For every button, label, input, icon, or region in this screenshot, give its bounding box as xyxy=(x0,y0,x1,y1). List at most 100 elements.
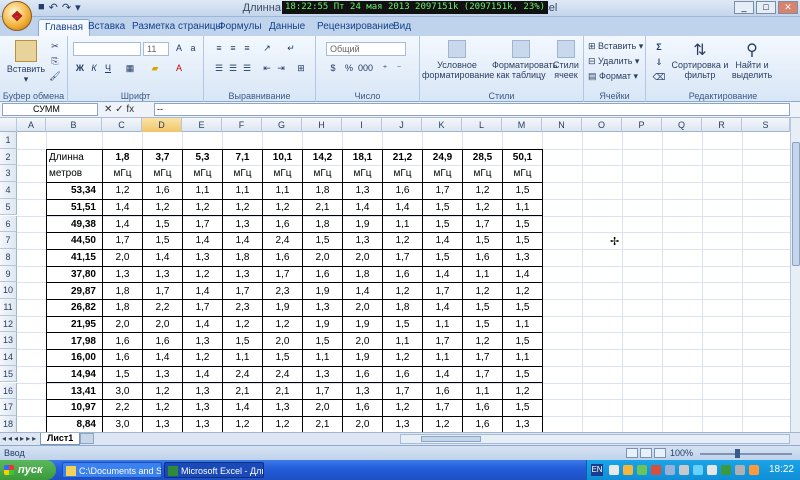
row-header[interactable]: 8 xyxy=(0,248,17,266)
table-cell[interactable]: 1,3 xyxy=(182,332,223,350)
table-cell[interactable]: 1,4 xyxy=(142,248,183,267)
table-cell[interactable]: 1,6 xyxy=(102,348,143,367)
table-cell[interactable]: 1,4 xyxy=(182,315,223,334)
volume-icon[interactable] xyxy=(679,465,689,475)
task-explorer[interactable]: C:\Documents and Se... xyxy=(62,462,162,478)
align-top-icon[interactable]: ≡ xyxy=(212,42,226,55)
table-cell[interactable]: 21,95 xyxy=(46,315,103,334)
table-cell[interactable]: 3,7 xyxy=(142,148,183,166)
table-cell[interactable]: 1,9 xyxy=(342,215,383,234)
bold-icon[interactable]: Ж xyxy=(73,62,87,75)
minimize-button[interactable]: _ xyxy=(734,1,754,14)
table-cell[interactable]: 1,2 xyxy=(502,282,543,300)
column-header[interactable]: P xyxy=(622,118,662,132)
row-header[interactable]: 1 xyxy=(0,132,17,149)
table-cell[interactable]: 1,1 xyxy=(462,382,503,400)
table-cell[interactable]: 1,3 xyxy=(182,382,223,400)
maximize-button[interactable]: □ xyxy=(756,1,776,14)
table-cell[interactable]: 1,3 xyxy=(342,232,383,250)
table-cell[interactable]: 1,5 xyxy=(422,198,463,217)
row-header[interactable]: 6 xyxy=(0,215,17,233)
table-cell[interactable]: 2,1 xyxy=(302,415,343,434)
table-cell[interactable]: 1,7 xyxy=(102,232,143,250)
fill-color-icon[interactable]: ▰ xyxy=(148,62,162,75)
table-cell[interactable]: 1,6 xyxy=(462,248,503,267)
align-right-icon[interactable]: ☰ xyxy=(240,62,254,75)
table-cell[interactable]: 1,5 xyxy=(302,332,343,350)
table-cell[interactable]: 8,84 xyxy=(46,415,103,434)
table-cell[interactable]: мГц xyxy=(382,165,423,184)
table-cell[interactable]: 2,1 xyxy=(222,382,263,400)
row-header[interactable]: 9 xyxy=(0,265,17,283)
table-cell[interactable]: 1,4 xyxy=(342,282,383,300)
table-cell[interactable]: 2,0 xyxy=(302,399,343,417)
table-cell[interactable]: Длинна xyxy=(46,148,103,166)
tab-view[interactable]: Вид xyxy=(387,19,417,36)
table-cell[interactable]: 49,38 xyxy=(46,215,103,234)
table-cell[interactable]: 1,4 xyxy=(182,232,223,250)
grow-font-icon[interactable]: A xyxy=(172,42,186,55)
conditional-format-button[interactable]: Условное форматирование xyxy=(422,40,494,80)
align-middle-icon[interactable]: ≡ xyxy=(226,42,240,55)
table-cell[interactable]: 2,2 xyxy=(102,399,143,417)
table-cell[interactable]: 1,3 xyxy=(342,382,383,400)
format-cells-button[interactable]: ▤ Формат ▾ xyxy=(588,71,638,82)
borders-icon[interactable]: ▦ xyxy=(123,62,137,75)
table-cell[interactable]: 1,7 xyxy=(422,282,463,300)
align-center-icon[interactable]: ☰ xyxy=(226,62,240,75)
page-break-view-icon[interactable] xyxy=(654,448,666,458)
table-cell[interactable]: 2,2 xyxy=(142,298,183,317)
table-cell[interactable]: 2,4 xyxy=(262,232,303,250)
delete-cells-button[interactable]: ⊟ Удалить ▾ xyxy=(588,56,639,67)
row-header[interactable]: 7 xyxy=(0,232,17,249)
table-cell[interactable]: 2,0 xyxy=(342,415,383,434)
table-cell[interactable]: 1,4 xyxy=(182,282,223,300)
shrink-font-icon[interactable]: a xyxy=(186,42,200,55)
table-cell[interactable]: 1,5 xyxy=(422,215,463,234)
row-header[interactable]: 16 xyxy=(0,382,17,400)
row-header[interactable]: 11 xyxy=(0,299,17,316)
table-cell[interactable]: 1,7 xyxy=(422,332,463,350)
table-cell[interactable]: 1,4 xyxy=(422,265,463,284)
tray-app-icon[interactable] xyxy=(749,465,759,475)
table-cell[interactable]: 1,1 xyxy=(422,315,463,334)
table-cell[interactable]: мГц xyxy=(262,165,303,184)
zoom-slider[interactable] xyxy=(700,453,792,455)
table-cell[interactable]: 1,3 xyxy=(182,248,223,267)
table-cell[interactable]: 44,50 xyxy=(46,232,103,250)
column-header[interactable]: O xyxy=(582,118,622,132)
insert-cells-button[interactable]: ⊞ Вставить ▾ xyxy=(588,41,643,52)
row-header[interactable]: 3 xyxy=(0,165,17,183)
table-cell[interactable]: мГц xyxy=(302,165,343,184)
table-cell[interactable]: 1,2 xyxy=(462,332,503,350)
tray-app-icon[interactable] xyxy=(721,465,731,475)
table-cell[interactable]: 2,0 xyxy=(342,248,383,267)
table-cell[interactable]: 1,9 xyxy=(302,315,343,334)
table-cell[interactable]: 1,3 xyxy=(382,415,423,434)
table-cell[interactable]: 37,80 xyxy=(46,265,103,284)
table-cell[interactable]: 1,4 xyxy=(422,298,463,317)
fill-icon[interactable]: ⇓ xyxy=(652,56,666,69)
column-header[interactable]: Q xyxy=(662,118,702,132)
row-header[interactable]: 10 xyxy=(0,282,17,299)
table-cell[interactable]: 2,0 xyxy=(262,332,303,350)
table-cell[interactable]: 1,2 xyxy=(182,348,223,367)
column-header[interactable]: R xyxy=(702,118,742,132)
horizontal-scrollbar[interactable] xyxy=(400,434,790,444)
comma-icon[interactable]: 000 xyxy=(358,62,373,75)
table-cell[interactable]: 1,7 xyxy=(142,282,183,300)
table-cell[interactable]: 1,6 xyxy=(262,215,303,234)
table-cell[interactable]: 1,7 xyxy=(422,182,463,200)
table-cell[interactable]: 1,5 xyxy=(262,348,303,367)
column-header[interactable]: E xyxy=(182,118,222,132)
table-cell[interactable]: 1,7 xyxy=(182,215,223,234)
row-header[interactable]: 14 xyxy=(0,349,17,366)
zoom-level[interactable]: 100% xyxy=(670,448,693,458)
table-cell[interactable]: 1,3 xyxy=(142,265,183,284)
insert-sheet-icon[interactable] xyxy=(80,433,94,444)
decrease-decimal-icon[interactable]: ⁻ xyxy=(392,62,406,75)
table-cell[interactable]: 2,0 xyxy=(342,332,383,350)
table-cell[interactable]: 1,6 xyxy=(262,248,303,267)
table-cell[interactable]: 1,9 xyxy=(342,315,383,334)
underline-icon[interactable]: Ч xyxy=(101,62,115,75)
